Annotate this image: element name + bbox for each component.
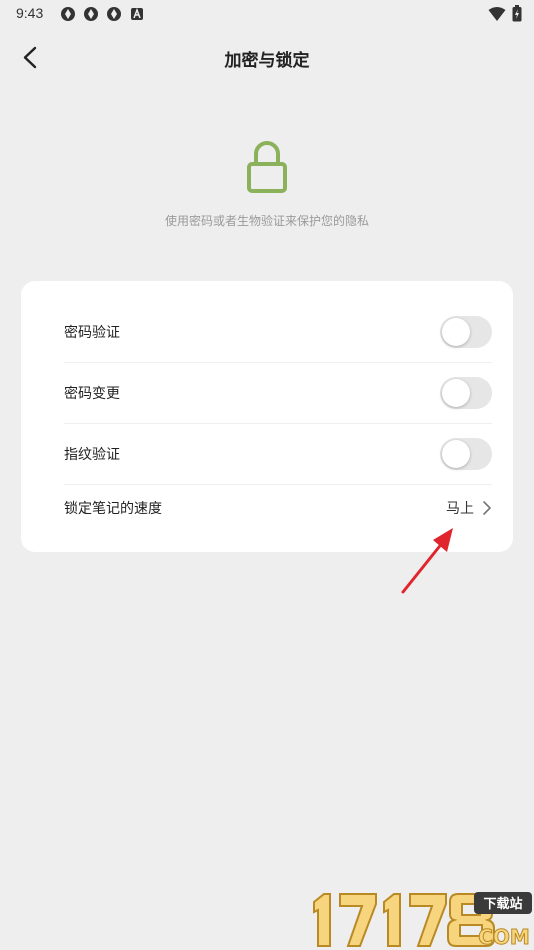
wifi-icon <box>488 6 506 21</box>
status-system-icons <box>488 5 522 22</box>
setting-label: 锁定笔记的速度 <box>64 501 162 517</box>
svg-text:COM: COM <box>478 925 530 949</box>
lock-speed-value[interactable]: 马上 <box>446 498 492 518</box>
privacy-description: 使用密码或者生物验证来保护您的隐私 <box>164 214 369 228</box>
toggle-knob <box>442 318 470 346</box>
lock-hero: 使用密码或者生物验证来保护您的隐私 <box>0 140 534 229</box>
toggle-knob <box>442 379 470 407</box>
app-header: 加密与锁定 <box>0 34 534 82</box>
setting-label: 密码变更 <box>64 386 120 402</box>
fingerprint-verify-toggle[interactable] <box>440 438 492 470</box>
sync-app-icon <box>84 7 98 21</box>
status-time: 9:43 <box>16 5 44 21</box>
lock-icon <box>247 141 287 193</box>
setting-label: 指纹验证 <box>64 447 120 463</box>
battery-icon <box>512 5 522 22</box>
chevron-right-icon <box>483 501 491 515</box>
svg-text:下载站: 下载站 <box>483 896 522 912</box>
a-app-icon <box>131 7 143 20</box>
page-title: 加密与锁定 <box>224 51 310 71</box>
sync-app-icon <box>61 7 75 21</box>
annotation-arrow <box>401 528 453 594</box>
watermark-logo: 下载站 COM <box>313 892 532 950</box>
password-change-toggle[interactable] <box>440 377 492 409</box>
status-bar: 9:43 <box>0 0 534 28</box>
password-verify-toggle[interactable] <box>440 316 492 348</box>
setting-password-change: 密码变更 <box>64 363 492 424</box>
sync-app-icon <box>107 7 121 21</box>
status-notification-icons <box>60 6 145 22</box>
lock-speed-text: 马上 <box>446 501 474 517</box>
setting-password-verify: 密码验证 <box>64 302 492 363</box>
toggle-knob <box>442 440 470 468</box>
setting-label: 密码验证 <box>64 325 120 341</box>
settings-card: 密码验证 密码变更 指纹验证 锁定笔记的速度 马上 <box>21 281 513 552</box>
setting-fingerprint-verify: 指纹验证 <box>64 424 492 485</box>
